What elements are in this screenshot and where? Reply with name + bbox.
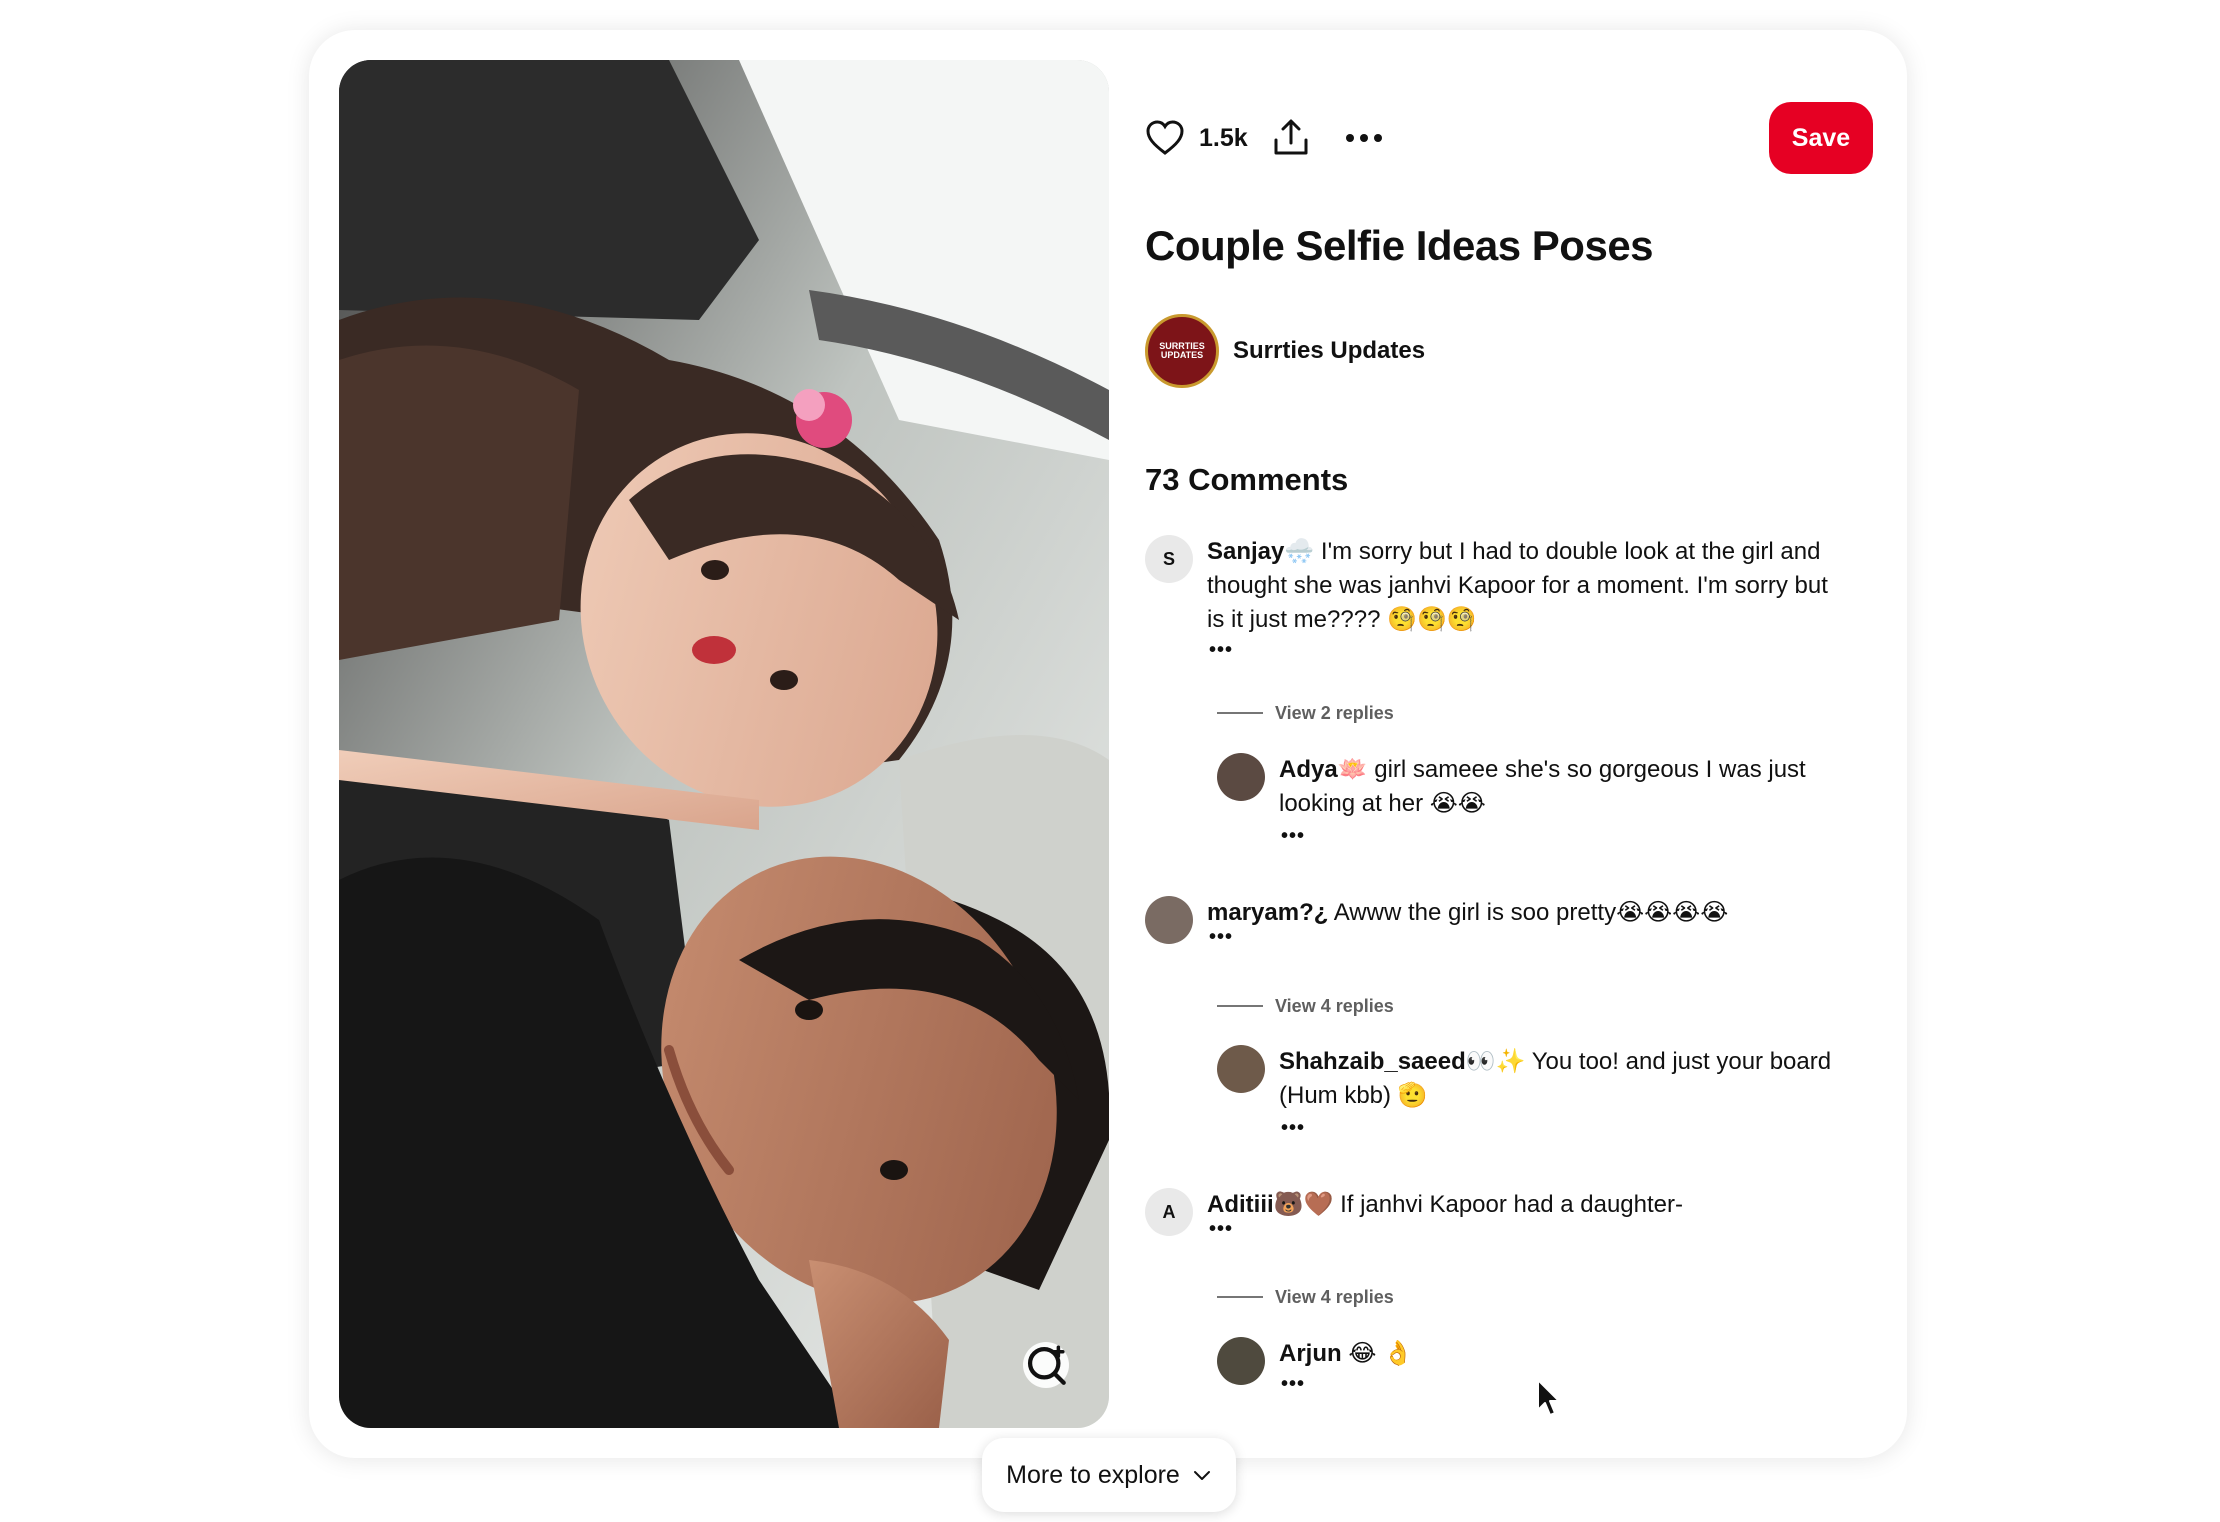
reply-username[interactable]: Arjun bbox=[1279, 1340, 1342, 1367]
view-replies-line bbox=[1217, 1005, 1263, 1007]
save-button[interactable]: Save bbox=[1769, 102, 1873, 174]
reply-text: Adya🪷 girl sameee she's so gorgeous I wa… bbox=[1279, 753, 1847, 821]
more-to-explore-button[interactable]: More to explore bbox=[982, 1438, 1236, 1512]
view-replies-line bbox=[1217, 1296, 1263, 1298]
comment-text: Aditiii🐻🤎 If janhvi Kapoor had a daughte… bbox=[1207, 1188, 1845, 1222]
comment-text: Sanjay🌨️ I'm sorry but I had to double l… bbox=[1207, 535, 1845, 637]
reply-text: Shahzaib_saeed👀✨ You too! and just your … bbox=[1279, 1045, 1847, 1113]
comment-avatar[interactable]: A bbox=[1145, 1188, 1193, 1236]
pin-photo-illustration bbox=[339, 60, 1109, 1428]
creator-avatar[interactable]: SURRTIES UPDATES bbox=[1145, 314, 1219, 388]
pin-title: Couple Selfie Ideas Poses bbox=[1145, 222, 1654, 269]
comments-heading: 73 Comments bbox=[1145, 462, 1349, 497]
comment-item: maryam?¿ Awww the girl is soo pretty😭😭😭😭… bbox=[1145, 896, 1845, 956]
comment-avatar[interactable]: S bbox=[1145, 535, 1193, 583]
chevron-down-icon bbox=[1193, 1471, 1210, 1480]
reply-item: Shahzaib_saeed👀✨ You too! and just your … bbox=[1217, 1045, 1847, 1139]
comment-body: If janhvi Kapoor had a daughter- bbox=[1333, 1191, 1683, 1218]
reply-text: Arjun 😂 👌 bbox=[1279, 1337, 1847, 1371]
like-count: 1.5k bbox=[1199, 123, 1248, 152]
comment-username[interactable]: maryam?¿ bbox=[1207, 899, 1328, 926]
heart-icon bbox=[1146, 120, 1184, 155]
cursor-icon bbox=[1537, 1379, 1560, 1416]
comment-item-partial bbox=[1145, 1443, 1845, 1458]
reply-avatar[interactable] bbox=[1217, 1337, 1265, 1385]
more-to-explore-label: More to explore bbox=[1006, 1460, 1180, 1489]
pin-image[interactable] bbox=[339, 60, 1109, 1428]
comment-more-button[interactable]: ••• bbox=[1209, 639, 1233, 662]
action-bar: 1.5k Save bbox=[1145, 102, 1873, 174]
view-replies-line bbox=[1217, 712, 1263, 714]
comment-more-button[interactable]: ••• bbox=[1209, 926, 1233, 949]
comment-more-button[interactable]: ••• bbox=[1209, 1218, 1233, 1241]
like-button[interactable] bbox=[1145, 102, 1185, 174]
reply-item: Arjun 😂 👌 ••• bbox=[1217, 1337, 1847, 1397]
visual-search-icon bbox=[1027, 1345, 1066, 1385]
reply-avatar[interactable] bbox=[1217, 1045, 1265, 1093]
comment-avatar[interactable] bbox=[1145, 896, 1193, 944]
comment-item: A Aditiii🐻🤎 If janhvi Kapoor had a daugh… bbox=[1145, 1188, 1845, 1248]
share-icon bbox=[1274, 119, 1308, 155]
comment-text: maryam?¿ Awww the girl is soo pretty😭😭😭😭 bbox=[1207, 896, 1845, 930]
visual-search-button[interactable] bbox=[1023, 1342, 1069, 1388]
reply-item: Adya🪷 girl sameee she's so gorgeous I wa… bbox=[1217, 753, 1847, 847]
reply-more-button[interactable]: ••• bbox=[1281, 1117, 1305, 1140]
view-replies-label: View 4 replies bbox=[1275, 995, 1394, 1016]
pin-card: 1.5k Save Couple Selfie Ideas Poses SURR… bbox=[309, 30, 1907, 1458]
view-replies-button[interactable]: View 4 replies bbox=[1217, 994, 1394, 1018]
reply-body: 😂 👌 bbox=[1341, 1340, 1413, 1367]
creator-info[interactable]: SURRTIES UPDATES Surrties Updates bbox=[1145, 314, 1425, 388]
comment-username[interactable]: Sanjay🌨️ bbox=[1207, 538, 1314, 565]
reply-username[interactable]: Adya🪷 bbox=[1279, 756, 1368, 783]
reply-username[interactable]: Shahzaib_saeed👀✨ bbox=[1279, 1048, 1526, 1075]
comment-username[interactable]: Aditiii🐻🤎 bbox=[1207, 1191, 1333, 1218]
view-replies-label: View 4 replies bbox=[1275, 1286, 1394, 1307]
view-replies-button[interactable]: View 4 replies bbox=[1217, 1285, 1394, 1309]
creator-name[interactable]: Surrties Updates bbox=[1233, 337, 1425, 365]
comment-list: S Sanjay🌨️ I'm sorry but I had to double… bbox=[1145, 505, 1885, 1458]
view-replies-label: View 2 replies bbox=[1275, 702, 1394, 723]
more-icon bbox=[1346, 134, 1382, 142]
share-button[interactable] bbox=[1271, 102, 1311, 174]
comment-body: Awww the girl is soo pretty😭😭😭😭 bbox=[1328, 899, 1729, 926]
comment-item: S Sanjay🌨️ I'm sorry but I had to double… bbox=[1145, 535, 1845, 661]
reply-more-button[interactable]: ••• bbox=[1281, 825, 1305, 848]
view-replies-button[interactable]: View 2 replies bbox=[1217, 701, 1394, 725]
reply-avatar[interactable] bbox=[1217, 753, 1265, 801]
reply-more-button[interactable]: ••• bbox=[1281, 1373, 1305, 1396]
pin-details: 1.5k Save Couple Selfie Ideas Poses SURR… bbox=[1145, 30, 1885, 1458]
more-options-button[interactable] bbox=[1343, 102, 1385, 174]
